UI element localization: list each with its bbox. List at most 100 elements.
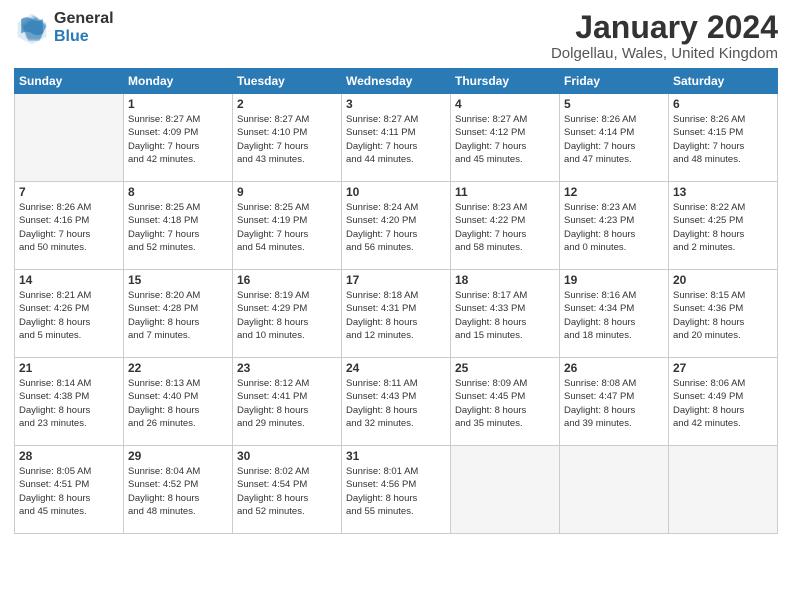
day-cell: 12 Sunrise: 8:23 AM Sunset: 4:23 PM Dayli… (560, 182, 669, 270)
day-cell: 13 Sunrise: 8:22 AM Sunset: 4:25 PM Dayli… (669, 182, 778, 270)
week-row-3: 21 Sunrise: 8:14 AM Sunset: 4:38 PM Dayli… (15, 358, 778, 446)
day-info: Sunrise: 8:12 AM Sunset: 4:41 PM Dayligh… (237, 377, 337, 430)
week-row-1: 7 Sunrise: 8:26 AM Sunset: 4:16 PM Daylig… (15, 182, 778, 270)
day-info: Sunrise: 8:01 AM Sunset: 4:56 PM Dayligh… (346, 465, 446, 518)
day-info: Sunrise: 8:20 AM Sunset: 4:28 PM Dayligh… (128, 289, 228, 342)
day-info: Sunrise: 8:11 AM Sunset: 4:43 PM Dayligh… (346, 377, 446, 430)
day-cell: 21 Sunrise: 8:14 AM Sunset: 4:38 PM Dayli… (15, 358, 124, 446)
day-info: Sunrise: 8:25 AM Sunset: 4:19 PM Dayligh… (237, 201, 337, 254)
logo: General Blue (14, 10, 114, 46)
day-number: 20 (673, 273, 773, 287)
day-info: Sunrise: 8:06 AM Sunset: 4:49 PM Dayligh… (673, 377, 773, 430)
day-number: 11 (455, 185, 555, 199)
day-number: 22 (128, 361, 228, 375)
day-cell (15, 94, 124, 182)
day-number: 21 (19, 361, 119, 375)
day-cell: 24 Sunrise: 8:11 AM Sunset: 4:43 PM Dayli… (342, 358, 451, 446)
day-info: Sunrise: 8:27 AM Sunset: 4:11 PM Dayligh… (346, 113, 446, 166)
day-cell: 27 Sunrise: 8:06 AM Sunset: 4:49 PM Dayli… (669, 358, 778, 446)
day-cell: 3Sunrise: 8:27 AM Sunset: 4:11 PM Daylig… (342, 94, 451, 182)
day-number: 5 (564, 97, 664, 111)
day-cell: 4 Sunrise: 8:27 AM Sunset: 4:12 PM Daylig… (451, 94, 560, 182)
day-number: 27 (673, 361, 773, 375)
day-number: 24 (346, 361, 446, 375)
title-block: January 2024 Dolgellau, Wales, United Ki… (551, 10, 778, 62)
day-info: Sunrise: 8:19 AM Sunset: 4:29 PM Dayligh… (237, 289, 337, 342)
day-info: Sunrise: 8:13 AM Sunset: 4:40 PM Dayligh… (128, 377, 228, 430)
day-info: Sunrise: 8:27 AM Sunset: 4:12 PM Dayligh… (455, 113, 555, 166)
day-cell: 8Sunrise: 8:25 AM Sunset: 4:18 PM Daylig… (124, 182, 233, 270)
day-info: Sunrise: 8:27 AM Sunset: 4:09 PM Dayligh… (128, 113, 228, 166)
day-cell: 25Sunrise: 8:09 AM Sunset: 4:45 PM Dayli… (451, 358, 560, 446)
day-cell: 30 Sunrise: 8:02 AM Sunset: 4:54 PM Dayli… (233, 446, 342, 534)
logo-blue: Blue (54, 28, 114, 46)
day-cell: 19 Sunrise: 8:16 AM Sunset: 4:34 PM Dayli… (560, 270, 669, 358)
day-cell: 9Sunrise: 8:25 AM Sunset: 4:19 PM Daylig… (233, 182, 342, 270)
day-number: 17 (346, 273, 446, 287)
day-cell (560, 446, 669, 534)
day-info: Sunrise: 8:23 AM Sunset: 4:22 PM Dayligh… (455, 201, 555, 254)
day-cell: 22 Sunrise: 8:13 AM Sunset: 4:40 PM Dayli… (124, 358, 233, 446)
day-cell: 5Sunrise: 8:26 AM Sunset: 4:14 PM Daylig… (560, 94, 669, 182)
day-number: 7 (19, 185, 119, 199)
day-info: Sunrise: 8:27 AM Sunset: 4:10 PM Dayligh… (237, 113, 337, 166)
day-info: Sunrise: 8:04 AM Sunset: 4:52 PM Dayligh… (128, 465, 228, 518)
day-number: 6 (673, 97, 773, 111)
title-month: January 2024 (551, 10, 778, 45)
day-cell: 18 Sunrise: 8:17 AM Sunset: 4:33 PM Dayli… (451, 270, 560, 358)
day-number: 26 (564, 361, 664, 375)
title-location: Dolgellau, Wales, United Kingdom (551, 45, 778, 62)
col-friday: Friday (560, 69, 669, 94)
day-cell: 6Sunrise: 8:26 AM Sunset: 4:15 PM Daylig… (669, 94, 778, 182)
day-cell: 17 Sunrise: 8:18 AM Sunset: 4:31 PM Dayli… (342, 270, 451, 358)
day-cell: 10 Sunrise: 8:24 AM Sunset: 4:20 PM Dayli… (342, 182, 451, 270)
day-number: 19 (564, 273, 664, 287)
day-info: Sunrise: 8:24 AM Sunset: 4:20 PM Dayligh… (346, 201, 446, 254)
day-number: 28 (19, 449, 119, 463)
day-cell: 14 Sunrise: 8:21 AM Sunset: 4:26 PM Dayli… (15, 270, 124, 358)
logo-general: General (54, 10, 114, 28)
day-number: 18 (455, 273, 555, 287)
day-number: 14 (19, 273, 119, 287)
day-number: 12 (564, 185, 664, 199)
day-info: Sunrise: 8:26 AM Sunset: 4:16 PM Dayligh… (19, 201, 119, 254)
header-row: Sunday Monday Tuesday Wednesday Thursday… (15, 69, 778, 94)
day-number: 4 (455, 97, 555, 111)
day-number: 29 (128, 449, 228, 463)
day-info: Sunrise: 8:16 AM Sunset: 4:34 PM Dayligh… (564, 289, 664, 342)
calendar-table: Sunday Monday Tuesday Wednesday Thursday… (14, 68, 778, 534)
col-tuesday: Tuesday (233, 69, 342, 94)
week-row-0: 1Sunrise: 8:27 AM Sunset: 4:09 PM Daylig… (15, 94, 778, 182)
day-info: Sunrise: 8:09 AM Sunset: 4:45 PM Dayligh… (455, 377, 555, 430)
day-cell (451, 446, 560, 534)
day-number: 13 (673, 185, 773, 199)
day-cell: 31Sunrise: 8:01 AM Sunset: 4:56 PM Dayli… (342, 446, 451, 534)
day-info: Sunrise: 8:17 AM Sunset: 4:33 PM Dayligh… (455, 289, 555, 342)
col-thursday: Thursday (451, 69, 560, 94)
day-number: 8 (128, 185, 228, 199)
day-cell: 11 Sunrise: 8:23 AM Sunset: 4:22 PM Dayli… (451, 182, 560, 270)
day-cell: 16 Sunrise: 8:19 AM Sunset: 4:29 PM Dayli… (233, 270, 342, 358)
day-info: Sunrise: 8:21 AM Sunset: 4:26 PM Dayligh… (19, 289, 119, 342)
day-cell: 26 Sunrise: 8:08 AM Sunset: 4:47 PM Dayli… (560, 358, 669, 446)
day-cell (669, 446, 778, 534)
day-info: Sunrise: 8:22 AM Sunset: 4:25 PM Dayligh… (673, 201, 773, 254)
day-cell: 15 Sunrise: 8:20 AM Sunset: 4:28 PM Dayli… (124, 270, 233, 358)
col-wednesday: Wednesday (342, 69, 451, 94)
week-row-2: 14 Sunrise: 8:21 AM Sunset: 4:26 PM Dayli… (15, 270, 778, 358)
day-info: Sunrise: 8:02 AM Sunset: 4:54 PM Dayligh… (237, 465, 337, 518)
day-cell: 20Sunrise: 8:15 AM Sunset: 4:36 PM Dayli… (669, 270, 778, 358)
day-number: 10 (346, 185, 446, 199)
day-info: Sunrise: 8:18 AM Sunset: 4:31 PM Dayligh… (346, 289, 446, 342)
day-info: Sunrise: 8:14 AM Sunset: 4:38 PM Dayligh… (19, 377, 119, 430)
header: General Blue January 2024 Dolgellau, Wal… (14, 10, 778, 62)
day-cell: 29 Sunrise: 8:04 AM Sunset: 4:52 PM Dayli… (124, 446, 233, 534)
logo-icon (14, 10, 50, 46)
day-info: Sunrise: 8:08 AM Sunset: 4:47 PM Dayligh… (564, 377, 664, 430)
day-cell: 2Sunrise: 8:27 AM Sunset: 4:10 PM Daylig… (233, 94, 342, 182)
day-number: 30 (237, 449, 337, 463)
day-number: 15 (128, 273, 228, 287)
day-info: Sunrise: 8:23 AM Sunset: 4:23 PM Dayligh… (564, 201, 664, 254)
col-saturday: Saturday (669, 69, 778, 94)
day-number: 16 (237, 273, 337, 287)
